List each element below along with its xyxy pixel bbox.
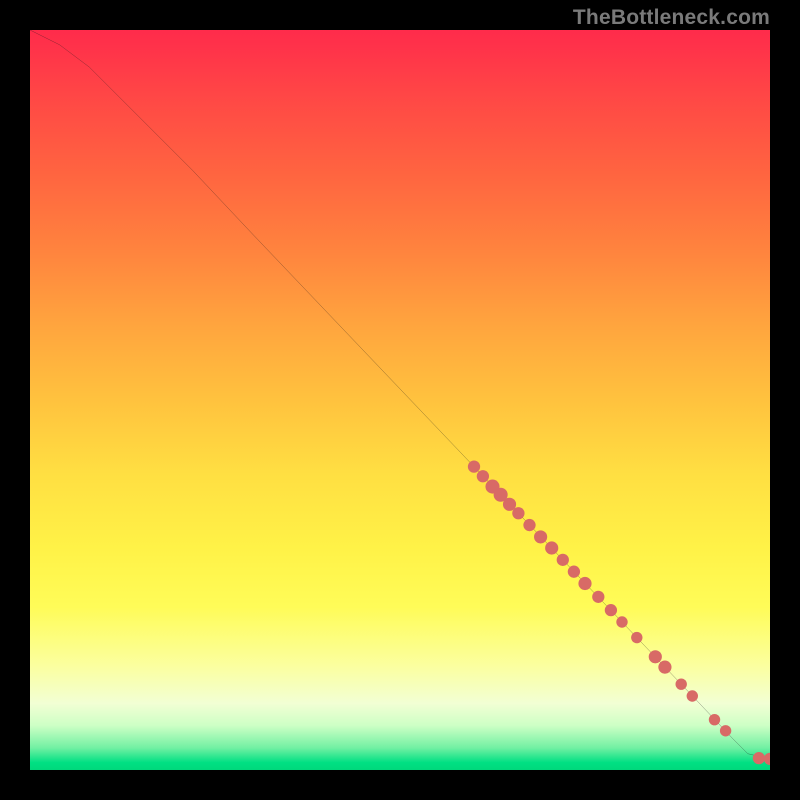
marker-dot: [764, 753, 770, 765]
marker-dot: [753, 752, 765, 764]
plot-area: [30, 30, 770, 770]
marker-dot: [649, 650, 662, 663]
marker-dot: [616, 616, 627, 627]
marker-dot: [687, 690, 698, 701]
marker-dot: [578, 577, 591, 590]
marker-dot: [512, 507, 524, 519]
marker-dot: [477, 470, 489, 482]
chart-frame: TheBottleneck.com: [0, 0, 800, 800]
marker-dot: [545, 541, 558, 554]
marker-dot: [534, 530, 547, 543]
marker-dot: [468, 460, 480, 472]
marker-dot: [523, 519, 535, 531]
marker-dot: [631, 632, 642, 643]
marker-dot: [568, 566, 580, 578]
marker-dot: [605, 604, 617, 616]
watermark-text: TheBottleneck.com: [573, 6, 770, 30]
marker-dot: [676, 678, 687, 689]
marker-layer: [468, 460, 770, 765]
marker-dot: [709, 714, 720, 725]
marker-dot: [720, 725, 731, 736]
chart-svg: [30, 30, 770, 770]
marker-dot: [592, 591, 604, 603]
marker-dot: [658, 661, 671, 674]
marker-dot: [557, 554, 569, 566]
curve-path: [30, 30, 770, 759]
